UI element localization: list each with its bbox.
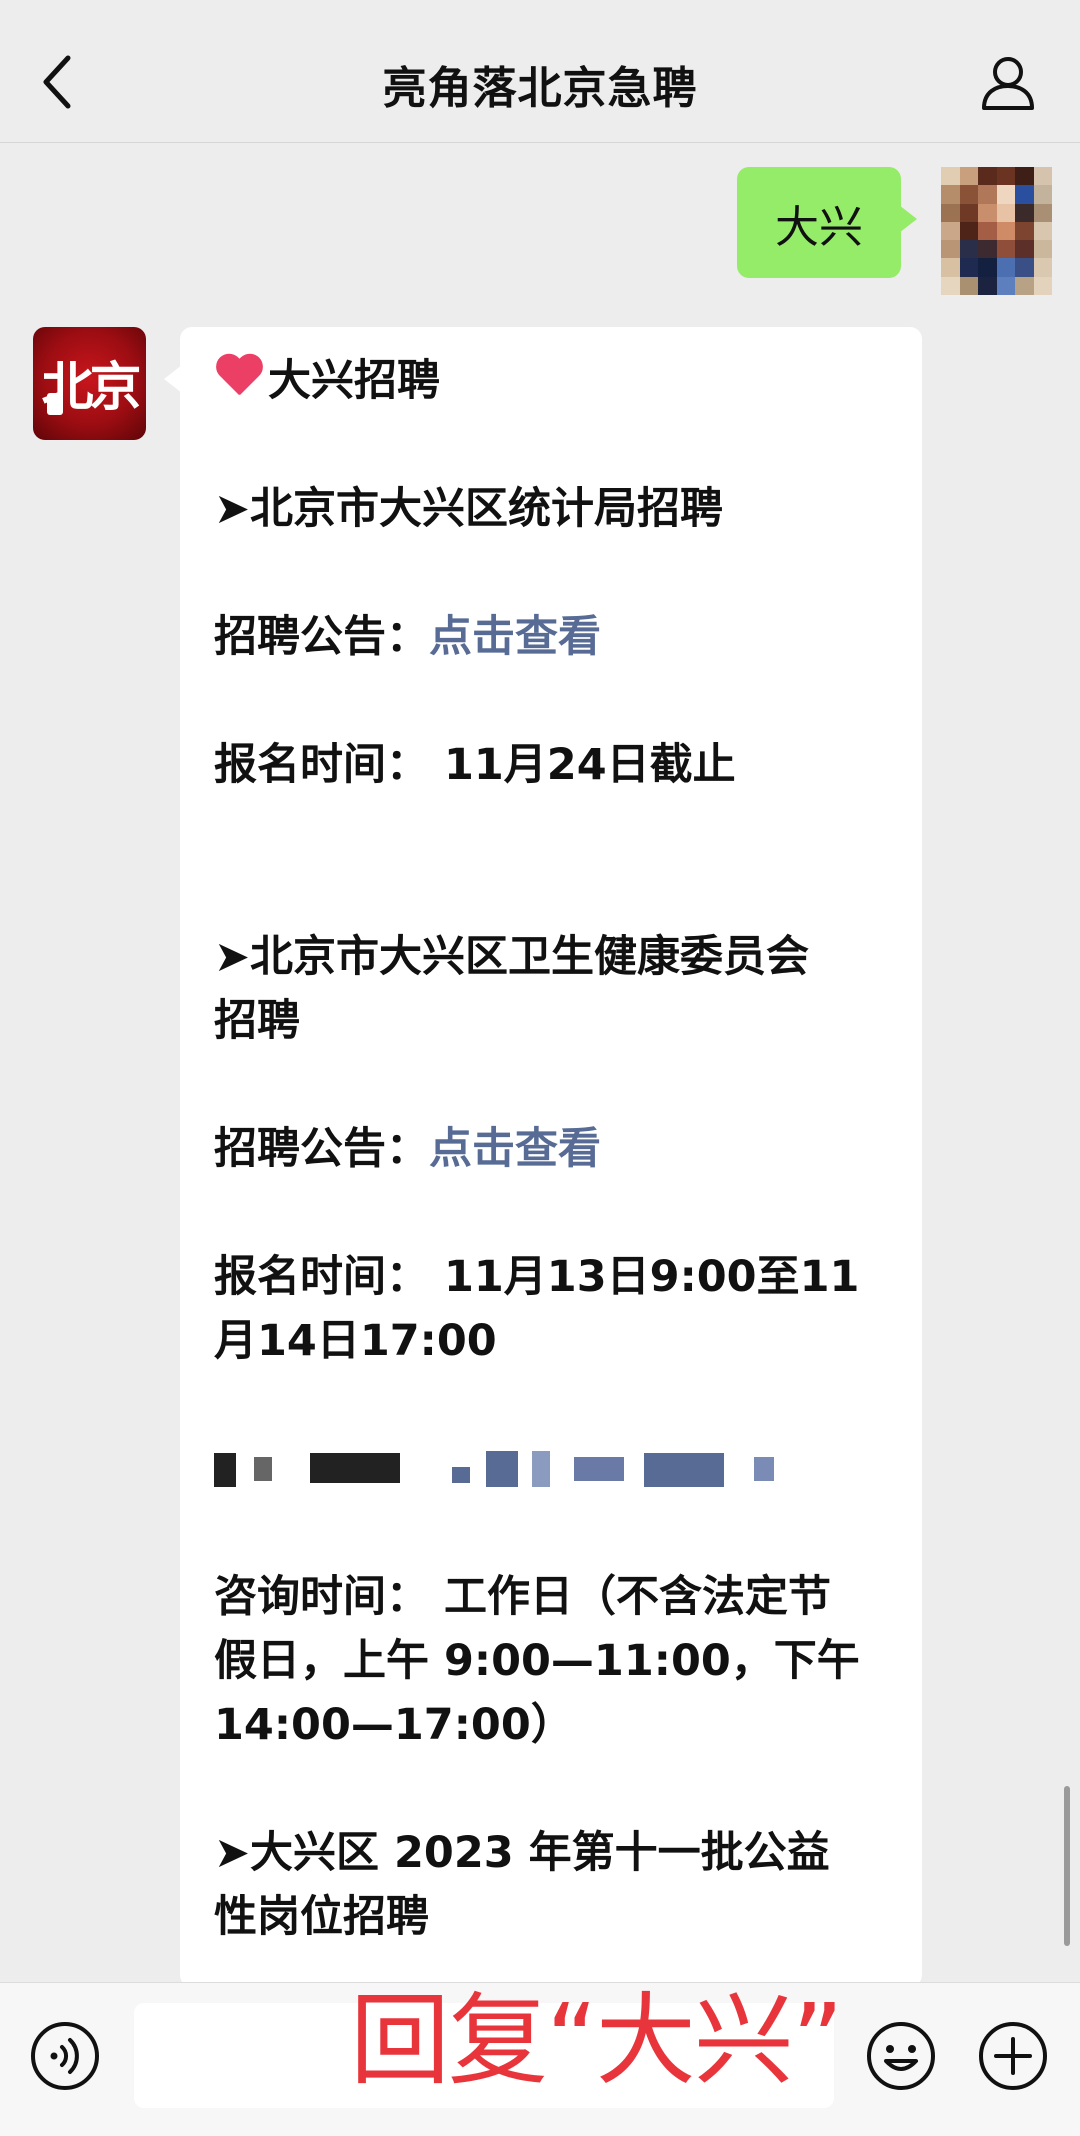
section-heading: ➤大兴区 2023 年第十一批公益 xyxy=(214,1828,830,1878)
plus-icon xyxy=(979,2022,1047,2090)
profile-button[interactable] xyxy=(978,52,1038,112)
voice-icon xyxy=(31,2022,99,2090)
scrollbar[interactable] xyxy=(1064,1786,1070,1946)
section-heading-cont: 招聘 xyxy=(214,996,300,1046)
emoji-button[interactable] xyxy=(866,2021,936,2091)
reply-hint-overlay: 回复“大兴” xyxy=(350,1982,844,2099)
section-heading-cont: 性岗位招聘 xyxy=(214,1892,429,1942)
top-navigation-bar: 亮角落北京急聘 xyxy=(0,0,1080,143)
section-heading: ➤北京市大兴区统计局招聘 xyxy=(214,484,724,534)
incoming-message-bubble[interactable]: 大兴招聘 ➤北京市大兴区统计局招聘 招聘公告：点击查看 报名时间： 11月24日… xyxy=(180,327,922,1987)
heart-icon xyxy=(214,355,264,399)
voice-button[interactable] xyxy=(30,2021,100,2091)
chat-title: 亮角落北京急聘 xyxy=(382,63,698,114)
outgoing-message-text: 大兴 xyxy=(775,201,863,253)
seal-icon xyxy=(47,393,63,415)
sender-avatar[interactable]: 北京 xyxy=(33,327,146,440)
view-notice-link[interactable]: 点击查看 xyxy=(429,1124,601,1174)
section-heading: ➤北京市大兴区卫生健康委员会 xyxy=(214,932,810,982)
redacted-row xyxy=(214,1437,894,1501)
signup-time: 报名时间： 11月24日截止 xyxy=(214,740,736,790)
signup-time: 报名时间： 11月13日9:00至11 xyxy=(214,1252,860,1302)
notice-row: 招聘公告：点击查看 xyxy=(214,612,601,662)
signup-time-cont: 月14日17:00 xyxy=(214,1316,497,1366)
more-button[interactable] xyxy=(978,2021,1048,2091)
message-title: 大兴招聘 xyxy=(214,349,894,413)
emoji-icon xyxy=(867,2022,935,2090)
view-notice-link[interactable]: 点击查看 xyxy=(429,612,601,662)
outgoing-message-bubble[interactable]: 大兴 xyxy=(737,167,917,278)
consult-time-cont: 假日，上午 9:00—11:00，下午 xyxy=(214,1636,860,1686)
notice-row: 招聘公告：点击查看 xyxy=(214,1124,601,1174)
consult-time: 咨询时间： 工作日（不含法定节 xyxy=(214,1572,831,1622)
consult-time-cont: 14:00—17:00） xyxy=(214,1700,574,1750)
person-icon xyxy=(982,57,1034,110)
my-avatar[interactable] xyxy=(941,167,1052,295)
